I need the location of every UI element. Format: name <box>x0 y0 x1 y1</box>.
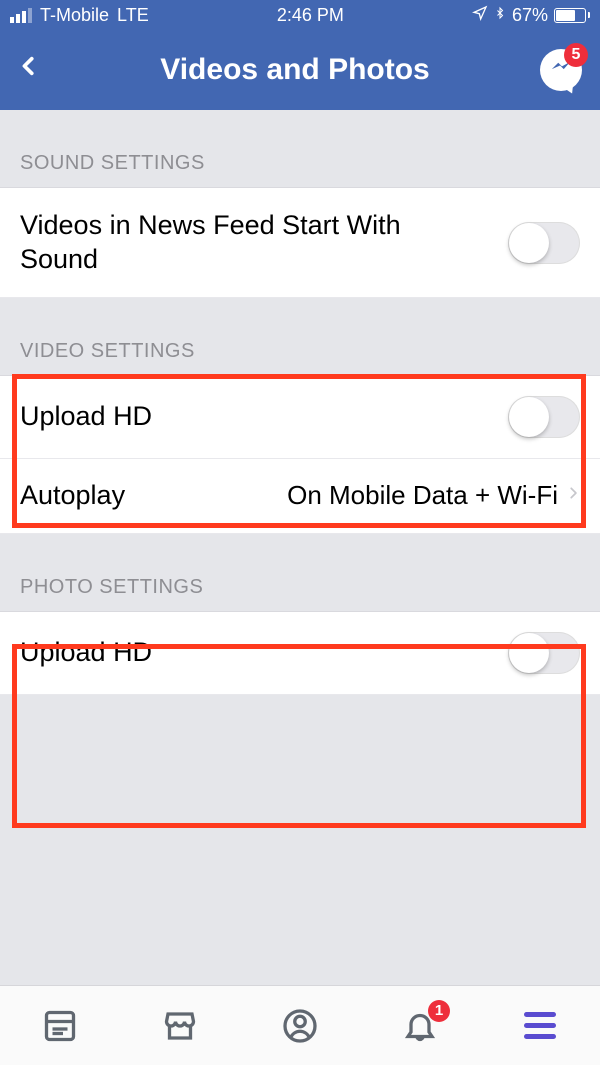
row-autoplay[interactable]: Autoplay On Mobile Data + Wi-Fi <box>0 459 600 534</box>
row-label: Upload HD <box>20 400 182 434</box>
tab-newsfeed[interactable] <box>38 1004 82 1048</box>
section-header-sound: SOUND SETTINGS <box>0 110 600 188</box>
row-videos-start-sound[interactable]: Videos in News Feed Start With Sound <box>0 188 600 298</box>
battery-pct: 67% <box>512 5 548 26</box>
row-photo-upload-hd[interactable]: Upload HD <box>0 612 600 695</box>
tab-bar: 1 <box>0 985 600 1065</box>
row-label: Videos in News Feed Start With Sound <box>20 209 508 277</box>
section-header-video: VIDEO SETTINGS <box>0 298 600 376</box>
status-bar: T-Mobile LTE 2:46 PM 67% <box>0 0 600 30</box>
chevron-right-icon <box>566 480 580 511</box>
row-video-upload-hd[interactable]: Upload HD <box>0 376 600 459</box>
status-right: 67% <box>472 4 590 27</box>
section-header-photo: PHOTO SETTINGS <box>0 534 600 612</box>
toggle-videos-sound[interactable] <box>508 222 580 264</box>
tab-notifications[interactable]: 1 <box>398 1004 442 1048</box>
battery-icon <box>554 8 590 23</box>
toggle-photo-upload-hd[interactable] <box>508 632 580 674</box>
autoplay-value: On Mobile Data + Wi-Fi <box>287 480 558 511</box>
page-title: Videos and Photos <box>58 53 532 87</box>
carrier-label: T-Mobile <box>40 5 109 26</box>
status-left: T-Mobile LTE <box>10 5 149 26</box>
location-icon <box>472 5 488 26</box>
tab-marketplace[interactable] <box>158 1004 202 1048</box>
toggle-video-upload-hd[interactable] <box>508 396 580 438</box>
bluetooth-icon <box>494 4 506 27</box>
notifications-badge: 1 <box>428 1000 450 1022</box>
tab-profile[interactable] <box>278 1004 322 1048</box>
back-button[interactable] <box>18 49 58 92</box>
row-label: Autoplay <box>20 479 155 513</box>
clock: 2:46 PM <box>277 5 344 26</box>
messenger-button[interactable]: 5 <box>532 49 582 91</box>
row-label: Upload HD <box>20 636 182 670</box>
tab-menu[interactable] <box>518 1004 562 1048</box>
messenger-badge: 5 <box>564 43 588 67</box>
hamburger-icon <box>524 1012 556 1039</box>
signal-icon <box>10 8 32 23</box>
network-label: LTE <box>117 5 149 26</box>
nav-header: Videos and Photos 5 <box>0 30 600 110</box>
